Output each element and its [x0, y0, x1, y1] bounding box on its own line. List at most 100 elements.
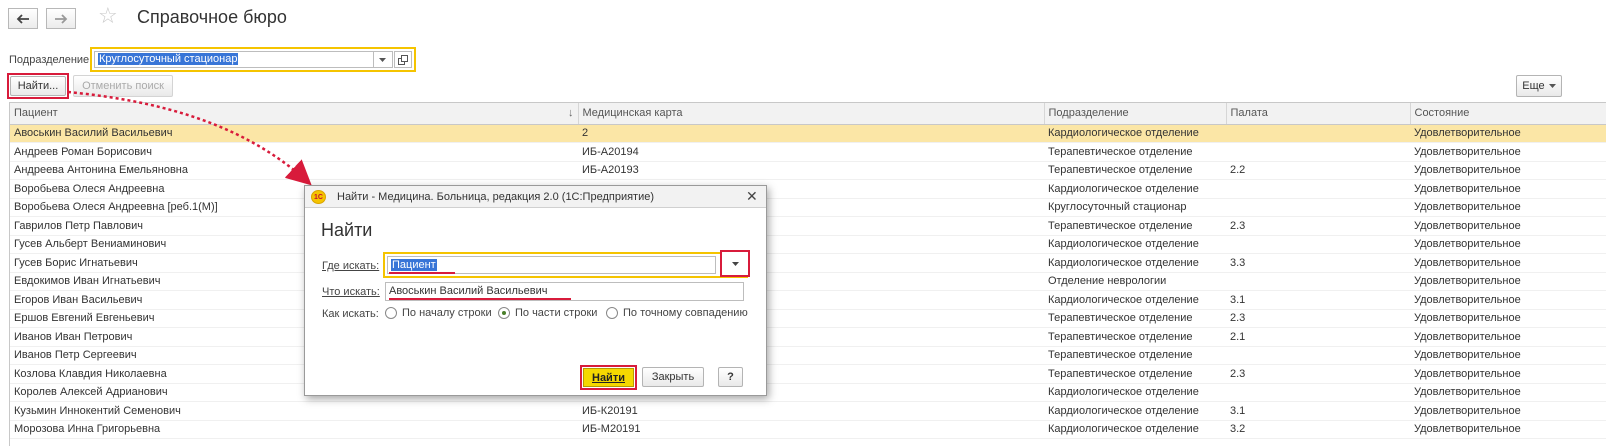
cell-dept: Кардиологическое отделение: [1044, 235, 1226, 254]
cell-dept: Кардиологическое отделение: [1044, 253, 1226, 273]
cell-dept: Кардиологическое отделение: [1044, 420, 1226, 439]
open-window-icon: [398, 54, 408, 65]
cell-state: Удовлетворительное: [1410, 309, 1606, 328]
chevron-down-icon: [379, 57, 386, 62]
cell-state: Удовлетворительное: [1410, 383, 1606, 402]
table-row[interactable]: Ершов Евгений Евгеньевич Терапевтическое …: [10, 309, 1606, 328]
dialog-help-button[interactable]: ?: [718, 367, 743, 387]
chevron-down-icon: [1548, 84, 1556, 88]
cell-state: Удовлетворительное: [1410, 179, 1606, 199]
app-logo-icon: 1С: [311, 190, 326, 204]
cell-patient: Авоськин Василий Васильевич: [10, 124, 578, 143]
dialog-heading: Найти: [321, 220, 373, 240]
table-row[interactable]: Морозова Инна Григорьевна ИБ-М20191 Кардио…: [10, 420, 1606, 439]
patients-table: Пациент ↓ Медицинская карта Подразделение…: [9, 102, 1606, 446]
forward-button[interactable]: [46, 8, 76, 29]
table-row[interactable]: Воробьева Олеся Андреевна Кардиологическо…: [10, 179, 1606, 199]
cell-ward: 2.1: [1226, 327, 1410, 347]
more-button[interactable]: Еще: [1516, 75, 1562, 97]
table-row[interactable]: Кузьмин Иннокентий Семенович ИБ-К20191 Кар…: [10, 401, 1606, 421]
table-row[interactable]: Иванов Петр Сергеевич Терапевтическое отд…: [10, 346, 1606, 365]
table-row[interactable]: Королев Алексей Адрианович Кардиологическ…: [10, 383, 1606, 402]
table-row[interactable]: Воробьева Олеся Андреевна [реб.1(М)] Круг…: [10, 198, 1606, 217]
cell-dept: Терапевтическое отделение: [1044, 216, 1226, 236]
table-row[interactable]: Евдокимов Иван Игнатьевич Отделение невро…: [10, 272, 1606, 291]
filter-open-button[interactable]: [394, 51, 412, 68]
where-dropdown-button[interactable]: [720, 250, 750, 277]
cell-dept: Кардиологическое отделение: [1044, 401, 1226, 421]
cell-ward: 2.3: [1226, 309, 1410, 328]
filter-label: Подразделение:: [9, 54, 93, 66]
cell-dept: Терапевтическое отделение: [1044, 142, 1226, 162]
what-label: Что искать:: [322, 286, 380, 298]
arrow-left-icon: [16, 13, 29, 24]
what-underline: [389, 298, 571, 300]
cell-ward: [1226, 179, 1410, 199]
cell-ward: 2.2: [1226, 161, 1410, 180]
cell-ward: 3.1: [1226, 290, 1410, 310]
cell-dept: Кардиологическое отделение: [1044, 124, 1226, 143]
cell-state: Удовлетворительное: [1410, 346, 1606, 365]
filter-dropdown-button[interactable]: [373, 51, 393, 68]
table-row[interactable]: Гусев Борис Игнатьевич Кардиологическое о…: [10, 253, 1606, 273]
how-label: Как искать:: [322, 308, 379, 320]
filter-input[interactable]: Круглосуточный стационар: [94, 51, 374, 68]
cell-ward: [1226, 235, 1410, 254]
dialog-find-highlight: Найти: [580, 365, 637, 390]
back-button[interactable]: [8, 8, 38, 29]
table-row[interactable]: Андреева Антонина Емельяновна ИБ-А20193 Те…: [10, 161, 1606, 180]
cell-card: ИБ-М20191: [578, 420, 1044, 439]
cell-ward: [1226, 272, 1410, 291]
cell-card: ИБ-К20191: [578, 401, 1044, 421]
column-header-ward[interactable]: Палата: [1226, 103, 1411, 125]
cell-state: Удовлетворительное: [1410, 235, 1606, 254]
arrow-right-icon: [55, 13, 68, 24]
cell-ward: 3.1: [1226, 401, 1410, 421]
table-row[interactable]: Гусев Альберт Вениаминович Кардиологическ…: [10, 235, 1606, 254]
cell-dept: Терапевтическое отделение: [1044, 364, 1226, 384]
table-row[interactable]: Иванов Иван Петрович Терапевтическое отде…: [10, 327, 1606, 347]
cell-state: Удовлетворительное: [1410, 364, 1606, 384]
find-button[interactable]: Найти...: [10, 76, 66, 96]
favorite-star-icon[interactable]: ☆: [98, 5, 118, 27]
cell-state: Удовлетворительное: [1410, 327, 1606, 347]
table-row[interactable]: Андреев Роман Борисович ИБ-А20194 Терапевт…: [10, 142, 1606, 162]
column-header-dept[interactable]: Подразделение: [1044, 103, 1227, 125]
cell-state: Удовлетворительное: [1410, 401, 1606, 421]
cell-dept: Терапевтическое отделение: [1044, 161, 1226, 180]
cell-state: Удовлетворительное: [1410, 142, 1606, 162]
cell-ward: [1226, 142, 1410, 162]
radio-exact-match[interactable]: По точному совпадению: [606, 307, 748, 319]
cell-state: Удовлетворительное: [1410, 198, 1606, 217]
cell-state: Удовлетворительное: [1410, 124, 1606, 143]
where-label: Где искать:: [322, 260, 380, 272]
cell-card: ИБ-А20194: [578, 142, 1044, 162]
table-row[interactable]: Егоров Иван Васильевич Кардиологическое о…: [10, 290, 1606, 310]
radio-start-of-line[interactable]: По началу строки: [385, 307, 492, 319]
radio-part-of-line[interactable]: По части строки: [498, 307, 597, 319]
cell-patient: Кузьмин Иннокентий Семенович: [10, 401, 578, 421]
find-button-highlight: Найти...: [7, 73, 69, 99]
cell-ward: 2.3: [1226, 364, 1410, 384]
cell-card: ИБ-А20193: [578, 161, 1044, 180]
chevron-down-icon: [731, 261, 739, 266]
column-header-state[interactable]: Состояние: [1410, 103, 1606, 125]
where-underline: [389, 272, 455, 274]
cell-dept: Кардиологическое отделение: [1044, 290, 1226, 310]
table-row[interactable]: Авоськин Василий Васильевич 2 Кардиологиче…: [10, 124, 1606, 143]
cell-ward: 3.3: [1226, 253, 1410, 273]
dialog-close-button[interactable]: Закрыть: [642, 367, 704, 387]
cell-dept: Кардиологическое отделение: [1044, 383, 1226, 402]
cancel-find-button[interactable]: Отменить поиск: [73, 75, 173, 97]
cell-ward: 2.3: [1226, 216, 1410, 236]
cell-patient: Андреева Антонина Емельяновна: [10, 161, 578, 180]
cell-state: Удовлетворительное: [1410, 420, 1606, 439]
cell-dept: Терапевтическое отделение: [1044, 327, 1226, 347]
table-row[interactable]: Гаврилов Петр Павлович Терапевтическое от…: [10, 216, 1606, 236]
table-row[interactable]: Козлова Клавдия Николаевна Терапевтическо…: [10, 364, 1606, 384]
column-header-patient[interactable]: Пациент ↓: [10, 103, 579, 125]
cell-patient: Андреев Роман Борисович: [10, 142, 578, 162]
column-header-card[interactable]: Медицинская карта: [578, 103, 1045, 125]
close-icon[interactable]: ✕: [746, 189, 758, 203]
dialog-find-button[interactable]: Найти: [583, 368, 634, 387]
